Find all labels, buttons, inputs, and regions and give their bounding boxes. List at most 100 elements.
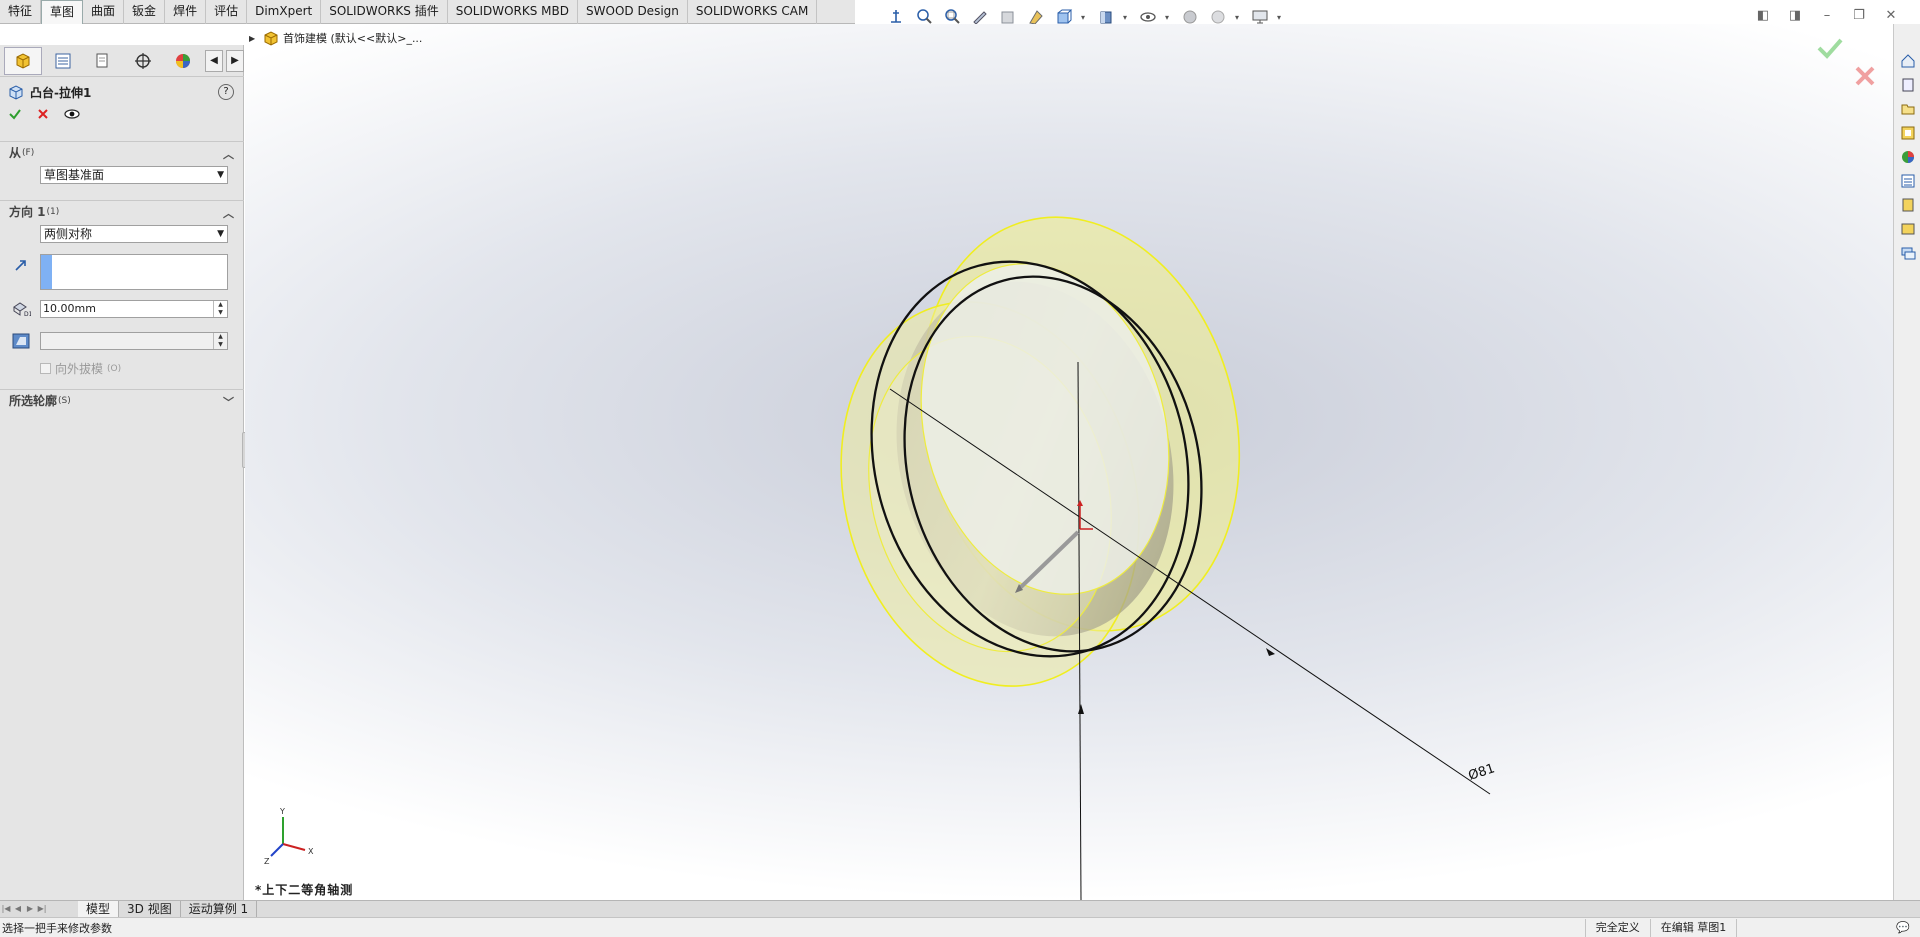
- from-section-shortcut: (F): [22, 147, 35, 158]
- tab-cam[interactable]: SOLIDWORKS CAM: [688, 0, 818, 24]
- tab-weldments[interactable]: 焊件: [165, 0, 207, 24]
- confirm-row: [8, 107, 80, 121]
- feature-header: 凸台-拉伸1 ?: [8, 81, 236, 103]
- reverse-direction-icon[interactable]: [10, 255, 32, 275]
- from-select-value: 草图基准面: [44, 168, 105, 182]
- solidworks-resources-icon[interactable]: [1898, 196, 1918, 214]
- diameter-dimension[interactable]: Ø81: [1467, 761, 1497, 784]
- tile-left-icon[interactable]: ◧: [1754, 6, 1772, 24]
- quick-tips-icon[interactable]: 💬: [1886, 919, 1920, 937]
- command-manager-tabs: 特征 草图 曲面 钣金 焊件 评估 DimXpert SOLIDWORKS 插件…: [0, 0, 855, 24]
- view-orientation-label: *上下二等角轴测: [255, 883, 354, 897]
- ok-check-icon[interactable]: [8, 107, 22, 121]
- property-manager: ◀ ▶ 凸台-拉伸1 ? 从 (F) ︿ 草图基准面 ▼ 方向 1 (1) ︿ 两侧…: [0, 45, 244, 900]
- tab-sheet-metal[interactable]: 钣金: [124, 0, 166, 24]
- draft-outward-checkbox[interactable]: 向外拔模 (O): [40, 360, 121, 377]
- depth-value: 10.00mm: [43, 302, 96, 315]
- tab-mbd[interactable]: SOLIDWORKS MBD: [448, 0, 579, 24]
- ok-check-icon[interactable]: [1817, 38, 1843, 59]
- direction1-section-shortcut: (1): [46, 206, 60, 217]
- spin-buttons[interactable]: ▲ ▼: [213, 333, 227, 349]
- last-tab-arrow[interactable]: ▶|: [36, 903, 48, 915]
- tab-surfaces[interactable]: 曲面: [83, 0, 125, 24]
- spin-buttons[interactable]: ▲ ▼: [213, 301, 227, 317]
- draft-angle-input[interactable]: ▲ ▼: [40, 332, 228, 350]
- custom-properties-icon[interactable]: [1898, 172, 1918, 190]
- design-library-icon[interactable]: [1898, 76, 1918, 94]
- configuration-manager-tab-icon[interactable]: [84, 47, 122, 75]
- cancel-x-icon[interactable]: [1855, 66, 1875, 86]
- units-field[interactable]: [1736, 919, 1886, 937]
- display-manager-tab-icon[interactable]: [164, 47, 202, 75]
- arrow-icon: [1266, 648, 1275, 656]
- cancel-x-icon[interactable]: [36, 107, 50, 121]
- bottom-tab-bar: |◀ ◀ ▶ ▶| 模型 3D 视图 运动算例 1: [0, 900, 1920, 918]
- home-icon[interactable]: [1898, 52, 1918, 70]
- end-condition-select[interactable]: 两侧对称 ▼: [40, 225, 228, 243]
- feature-title: 凸台-拉伸1: [30, 85, 92, 100]
- draft-on-off-icon[interactable]: [10, 331, 32, 351]
- property-manager-tab-icon[interactable]: [44, 47, 82, 75]
- confirmation-corner: [1815, 36, 1885, 99]
- panel-tabs-next-arrow[interactable]: ▶: [226, 49, 244, 72]
- file-explorer-icon[interactable]: [1898, 100, 1918, 118]
- view-palette-icon[interactable]: [1898, 124, 1918, 142]
- tab-features[interactable]: 特征: [0, 0, 42, 24]
- minimize-button[interactable]: –: [1818, 6, 1836, 24]
- svg-text:X: X: [308, 847, 314, 856]
- tab-3d-views[interactable]: 3D 视图: [119, 900, 181, 918]
- feature-manager-tab-icon[interactable]: [4, 46, 42, 75]
- dropdown-arrow-icon[interactable]: ▾: [1277, 13, 1285, 22]
- svg-text:D1: D1: [24, 311, 31, 317]
- selected-contours-label: 所选轮廓: [9, 394, 58, 408]
- coordinate-triad-icon: Y X Z: [264, 807, 314, 866]
- model-graphics: Ø81 Y X Z: [264, 216, 1497, 900]
- preview-eye-icon[interactable]: [64, 107, 80, 121]
- solidworks-forum-icon[interactable]: [1898, 220, 1918, 238]
- restore-button[interactable]: ❐: [1850, 6, 1868, 24]
- tab-sketch[interactable]: 草图: [41, 0, 84, 24]
- dimxpert-manager-tab-icon[interactable]: [124, 47, 162, 75]
- chevron-down-icon: ▼: [217, 170, 224, 180]
- panel-tabs: ◀ ▶: [0, 45, 244, 77]
- dropdown-arrow-icon[interactable]: ▾: [1081, 13, 1089, 22]
- window-controls: ◧ ◨ – ❐ ✕: [1754, 6, 1900, 24]
- collapse-chevron-icon[interactable]: ︿: [223, 205, 234, 221]
- community-icon[interactable]: [1898, 244, 1918, 262]
- first-tab-arrow[interactable]: |◀: [0, 903, 12, 915]
- dropdown-arrow-icon[interactable]: ▾: [1235, 13, 1243, 22]
- tab-swood[interactable]: SWOOD Design: [578, 0, 688, 24]
- task-pane-buttons: [1895, 52, 1920, 282]
- dropdown-arrow-icon[interactable]: ▾: [1123, 13, 1131, 22]
- svg-text:Z: Z: [264, 857, 270, 866]
- svg-text:Y: Y: [279, 807, 285, 816]
- close-button[interactable]: ✕: [1882, 6, 1900, 24]
- tab-motion-study[interactable]: 运动算例 1: [181, 900, 258, 918]
- direction1-section-header[interactable]: 方向 1 (1) ︿: [0, 200, 244, 222]
- tile-right-icon[interactable]: ◨: [1786, 6, 1804, 24]
- depth-icon: D1: [10, 298, 32, 318]
- tab-dimxpert[interactable]: DimXpert: [247, 0, 322, 24]
- expand-chevron-icon[interactable]: ﹀: [223, 394, 234, 410]
- direction1-section-label: 方向 1: [9, 205, 46, 219]
- from-section-header[interactable]: 从 (F) ︿: [0, 141, 244, 163]
- depth-input[interactable]: 10.00mm ▲ ▼: [40, 300, 228, 318]
- checkbox-icon[interactable]: [40, 363, 51, 374]
- next-tab-arrow[interactable]: ▶: [24, 903, 36, 915]
- tab-evaluate[interactable]: 评估: [206, 0, 248, 24]
- direction-selection-box[interactable]: [40, 254, 228, 290]
- arrow-icon: [1078, 704, 1084, 714]
- graphics-viewport[interactable]: ▶ 首饰建模 (默认<<默认>_... Ø81 Y X Z *上下二等角轴测: [245, 24, 1895, 900]
- appearances-icon[interactable]: [1898, 148, 1918, 166]
- selected-contours-shortcut: (S): [58, 395, 71, 406]
- draft-outward-label: 向外拔模: [55, 362, 104, 376]
- tab-addins[interactable]: SOLIDWORKS 插件: [321, 0, 448, 24]
- prev-tab-arrow[interactable]: ◀: [12, 903, 24, 915]
- from-select[interactable]: 草图基准面 ▼: [40, 166, 228, 184]
- tab-model[interactable]: 模型: [78, 900, 120, 918]
- help-icon[interactable]: ?: [218, 84, 234, 100]
- collapse-chevron-icon[interactable]: ︿: [223, 146, 234, 162]
- selected-contours-section-header[interactable]: 所选轮廓 (S) ﹀: [0, 389, 244, 411]
- dropdown-arrow-icon[interactable]: ▾: [1165, 13, 1173, 22]
- panel-tabs-prev-arrow[interactable]: ◀: [205, 49, 223, 72]
